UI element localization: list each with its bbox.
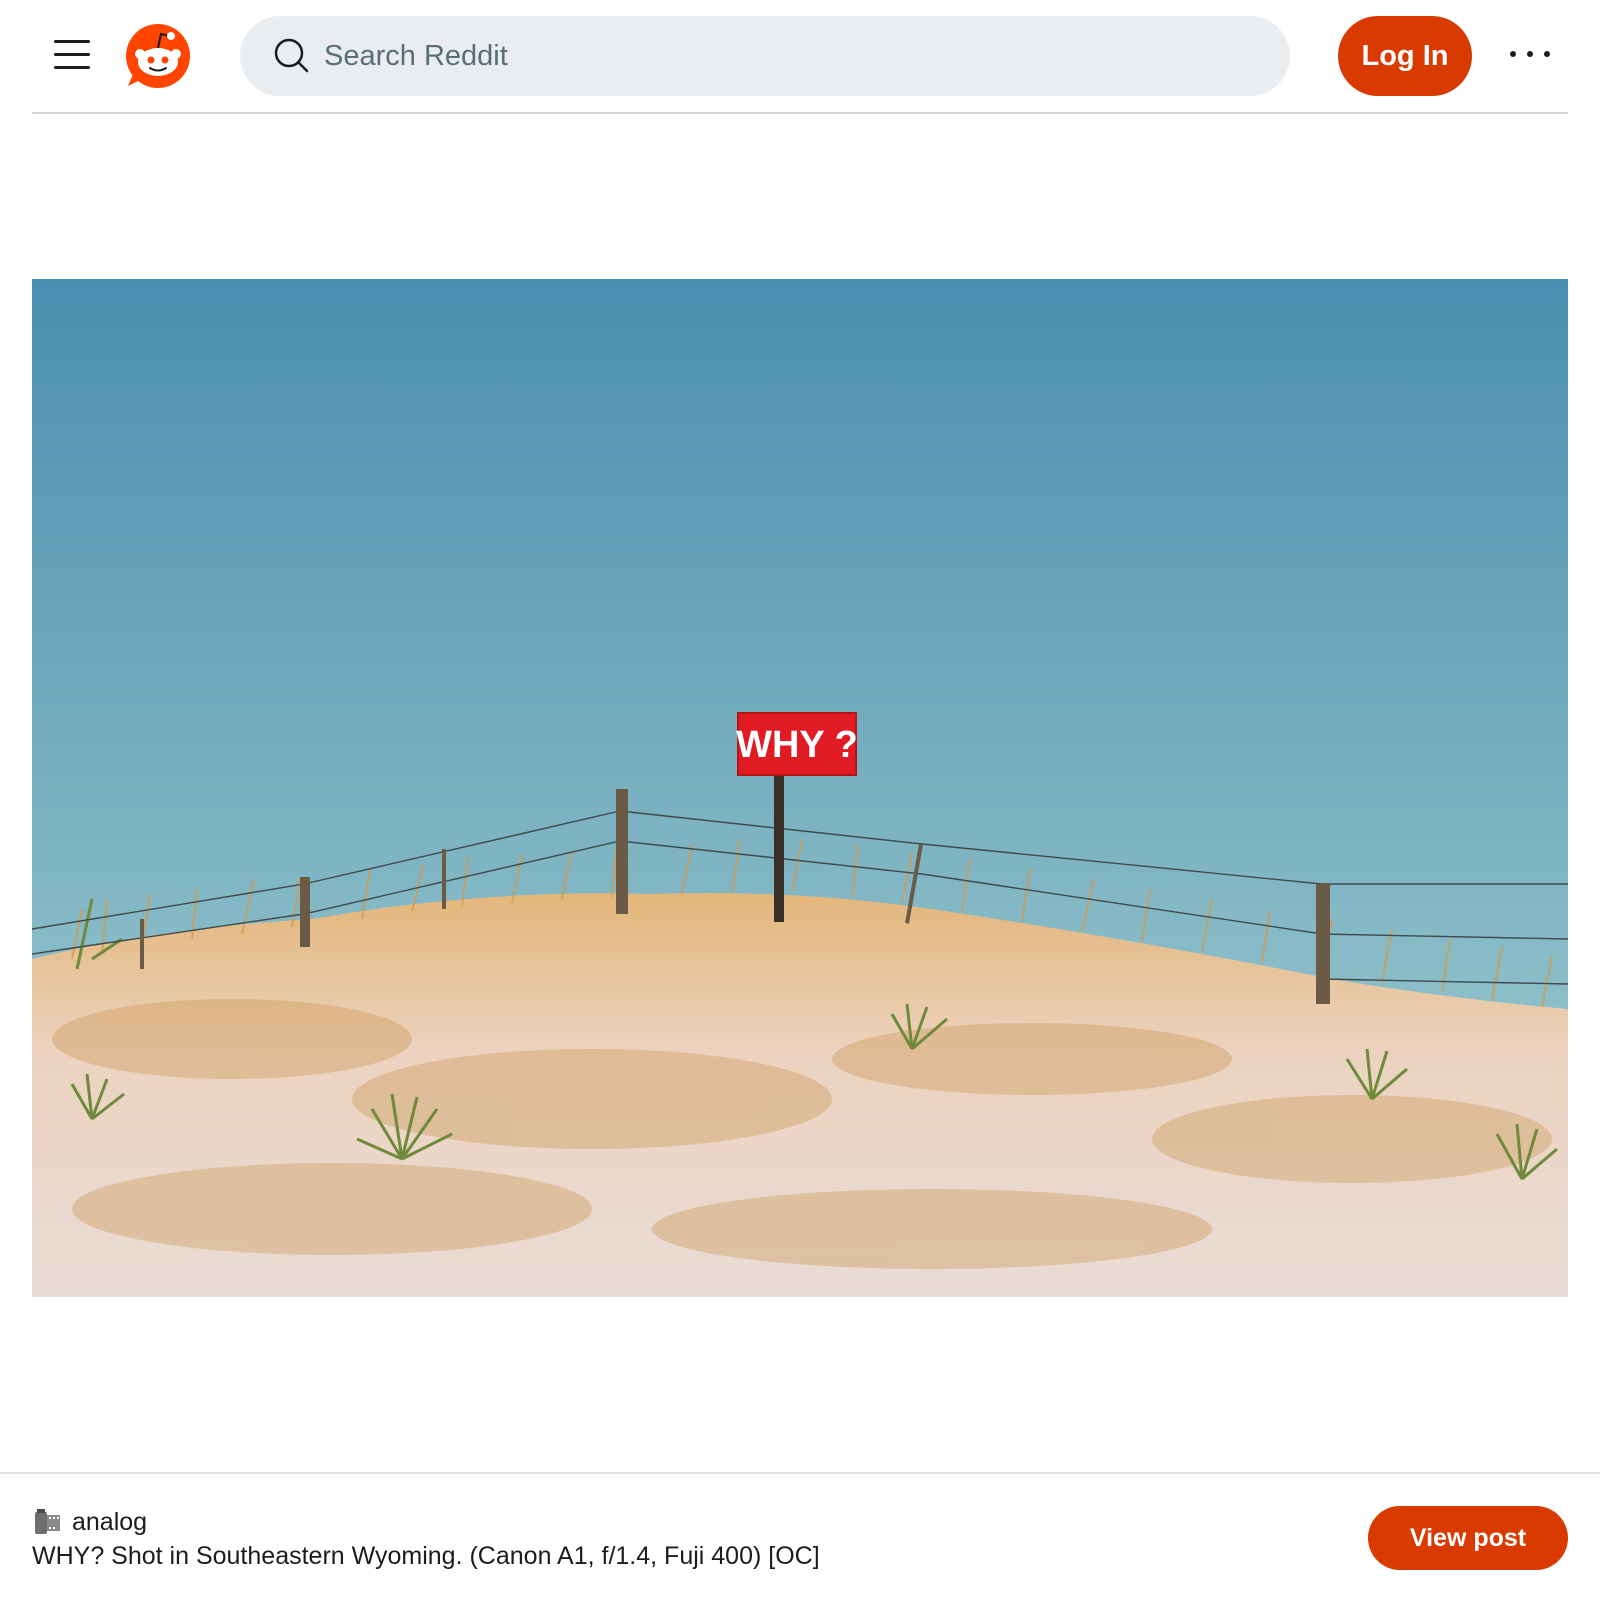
post-image[interactable]: WHY ? bbox=[32, 279, 1568, 1297]
menu-icon-line bbox=[54, 40, 90, 43]
subreddit-name[interactable]: analog bbox=[72, 1508, 147, 1537]
more-icon-dot bbox=[1510, 51, 1516, 57]
search-icon bbox=[274, 38, 309, 73]
search-bar[interactable] bbox=[240, 16, 1290, 96]
post-footer: analog WHY? Shot in Southeastern Wyoming… bbox=[0, 1474, 1600, 1600]
subreddit-row[interactable]: analog bbox=[32, 1506, 147, 1538]
top-bar: Log In bbox=[0, 0, 1600, 114]
sign-post bbox=[774, 774, 784, 922]
more-options-button[interactable] bbox=[1502, 34, 1558, 74]
login-button[interactable]: Log In bbox=[1338, 16, 1472, 96]
reddit-logo[interactable] bbox=[124, 22, 192, 90]
reddit-logo-icon bbox=[126, 24, 190, 88]
why-sign: WHY ? bbox=[736, 712, 858, 776]
post-title[interactable]: WHY? Shot in Southeastern Wyoming. (Cano… bbox=[32, 1542, 820, 1571]
menu-icon-line bbox=[54, 53, 90, 56]
sign-text: WHY ? bbox=[736, 724, 858, 766]
more-icon-dot bbox=[1544, 51, 1550, 57]
photo-scene: WHY ? bbox=[32, 279, 1568, 1297]
menu-icon-line bbox=[54, 66, 90, 69]
more-icon-dot bbox=[1527, 51, 1533, 57]
search-input[interactable] bbox=[324, 16, 1264, 96]
menu-button[interactable] bbox=[48, 34, 96, 74]
header-divider bbox=[32, 112, 1568, 114]
film-roll-icon bbox=[35, 1509, 60, 1534]
view-post-button[interactable]: View post bbox=[1368, 1506, 1568, 1570]
